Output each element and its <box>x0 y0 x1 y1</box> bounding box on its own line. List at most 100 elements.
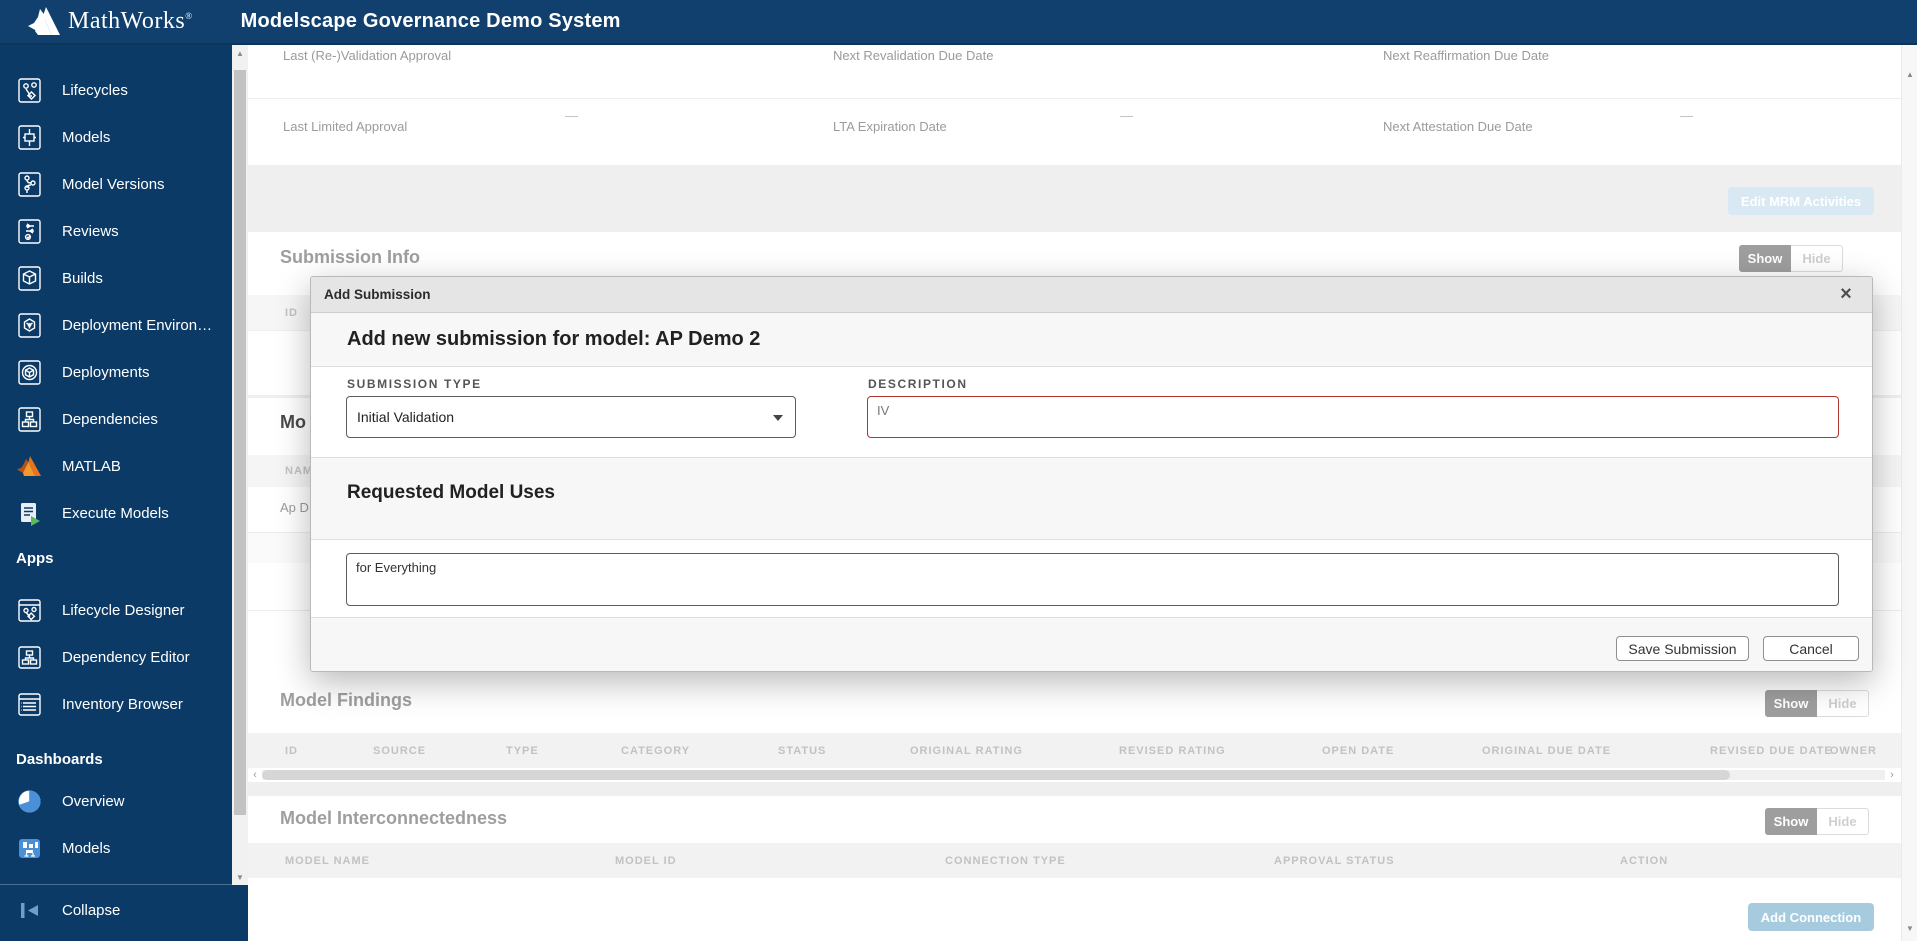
cancel-button[interactable]: Cancel <box>1763 636 1859 661</box>
scroll-left-icon[interactable]: ‹ <box>250 769 260 781</box>
sidebar-item-label: Lifecycle Designer <box>62 602 185 619</box>
save-submission-button[interactable]: Save Submission <box>1616 636 1749 661</box>
column-header: STATUS <box>778 745 827 757</box>
show-button[interactable]: Show <box>1739 245 1791 272</box>
modal-title: Add Submission <box>324 287 431 302</box>
collapse-icon <box>21 903 38 918</box>
sidebar-nav: Lifecycles Models Model Versions Reviews <box>0 45 248 941</box>
lifecycle-designer-icon <box>18 599 41 622</box>
hide-button[interactable]: Hide <box>1817 808 1869 835</box>
field-label: Next Reaffirmation Due Date <box>1383 48 1549 63</box>
models-dashboard-icon <box>19 839 40 858</box>
inventory-browser-icon <box>18 693 41 716</box>
scroll-down-icon[interactable]: ▼ <box>1902 921 1917 935</box>
sidebar-collapse-button[interactable]: Collapse <box>0 887 232 934</box>
sidebar-item-reviews[interactable]: Reviews <box>0 208 232 255</box>
show-button[interactable]: Show <box>1765 690 1817 717</box>
section-title-fragment: Mo <box>280 412 306 432</box>
overview-pie-icon <box>18 790 41 813</box>
reviews-icon <box>18 219 41 244</box>
table-header-row: ID SOURCE TYPE CATEGORY STATUS ORIGINAL … <box>248 733 1901 768</box>
column-header: OWNER <box>1829 745 1877 757</box>
add-connection-button[interactable]: Add Connection <box>1748 903 1874 931</box>
sidebar-item-label: Lifecycles <box>62 82 128 99</box>
findings-horizontal-scrollbar[interactable]: ‹ › <box>252 769 1895 781</box>
column-header: MODEL ID <box>615 855 677 867</box>
hide-button[interactable]: Hide <box>1791 245 1843 272</box>
sidebar-item-models[interactable]: Models <box>0 114 232 161</box>
submission-type-select[interactable]: Initial Validation <box>346 396 796 438</box>
sidebar-item-execute-models[interactable]: Execute Models <box>0 490 232 537</box>
model-findings-card: Model Findings Show Hide ID SOURCE TYPE … <box>248 682 1901 782</box>
sidebar-section-dashboards: Dashboards <box>16 751 103 768</box>
sidebar-scrollbar[interactable]: ▲ ▼ <box>232 45 248 885</box>
table-header-row: MODEL NAME MODEL ID CONNECTION TYPE APPR… <box>248 843 1901 878</box>
page-title: Modelscape Governance Demo System <box>240 10 621 32</box>
matlab-icon <box>17 456 41 476</box>
field-label: Next Revalidation Due Date <box>833 48 994 63</box>
sidebar-item-label: Inventory Browser <box>62 696 183 713</box>
models-icon <box>18 125 41 150</box>
builds-icon <box>18 266 41 291</box>
mathworks-triangle-icon <box>28 6 60 35</box>
sidebar-item-overview-dashboard[interactable]: Overview <box>0 778 232 825</box>
section-title: Model Interconnectedness <box>280 808 508 828</box>
sidebar-item-label: Models <box>62 840 111 857</box>
column-header: SOURCE <box>373 745 427 757</box>
close-icon[interactable]: × <box>1834 282 1858 306</box>
lifecycles-icon <box>18 78 41 103</box>
sidebar-item-label: Dependencies <box>62 411 158 428</box>
sidebar-item-dependencies[interactable]: Dependencies <box>0 396 232 443</box>
sidebar-item-label: Model Versions <box>62 176 165 193</box>
sidebar-item-deployments[interactable]: Deployments <box>0 349 232 396</box>
edit-mrm-activities-button[interactable]: Edit MRM Activities <box>1728 187 1874 215</box>
sidebar-item-builds[interactable]: Builds <box>0 255 232 302</box>
app-window: MathWorks® Modelscape Governance Demo Sy… <box>0 0 1917 941</box>
sidebar-item-label: Reviews <box>62 223 119 240</box>
hide-button[interactable]: Hide <box>1817 690 1869 717</box>
execute-models-icon <box>21 503 40 526</box>
sidebar-item-matlab[interactable]: MATLAB <box>0 443 232 490</box>
scroll-up-icon[interactable]: ▲ <box>232 46 248 60</box>
main-scrollbar[interactable]: ▲ ▼ <box>1901 45 1917 941</box>
column-header: MODEL NAME <box>285 855 370 867</box>
row-divider <box>248 98 1901 99</box>
scroll-down-icon[interactable]: ▼ <box>232 870 248 884</box>
sidebar-item-model-versions[interactable]: Model Versions <box>0 161 232 208</box>
modal-footer: Save Submission Cancel <box>311 618 1872 671</box>
column-header: CATEGORY <box>621 745 691 757</box>
scroll-up-icon[interactable]: ▲ <box>1902 67 1917 81</box>
sidebar-item-inventory-browser[interactable]: Inventory Browser <box>0 681 232 728</box>
model-uses-textarea[interactable]: for Everything <box>346 553 1839 606</box>
sidebar-item-label: Collapse <box>62 902 121 919</box>
sidebar-item-label: Overview <box>62 793 125 810</box>
top-header: MathWorks® Modelscape Governance Demo Sy… <box>0 0 1917 45</box>
scrollbar-thumb[interactable] <box>262 770 1730 780</box>
sidebar-item-lifecycles[interactable]: Lifecycles <box>0 67 232 114</box>
column-header: TYPE <box>506 745 539 757</box>
column-header: OPEN DATE <box>1322 745 1395 757</box>
field-value: — <box>565 108 578 123</box>
scroll-right-icon[interactable]: › <box>1887 769 1897 781</box>
column-header: ACTION <box>1620 855 1669 867</box>
table-cell-fragment: Ap D <box>280 500 309 515</box>
brand-text: MathWorks® <box>68 8 193 34</box>
sidebar-item-dependency-editor[interactable]: Dependency Editor <box>0 634 232 681</box>
field-label: LTA Expiration Date <box>833 119 947 134</box>
model-uses-input-section: for Everything <box>311 540 1872 618</box>
sidebar-item-label: MATLAB <box>62 458 121 475</box>
sidebar-item-deployment-environments[interactable]: Deployment Environm… <box>0 302 232 349</box>
sidebar-item-lifecycle-designer[interactable]: Lifecycle Designer <box>0 587 232 634</box>
column-header: NAM <box>285 465 314 477</box>
sidebar-scrollbar-thumb[interactable] <box>234 70 246 815</box>
sidebar-item-label: Builds <box>62 270 103 287</box>
requested-model-uses-heading: Requested Model Uses <box>347 482 555 503</box>
show-button[interactable]: Show <box>1765 808 1817 835</box>
modal-heading-section: Add new submission for model: AP Demo 2 <box>311 313 1872 367</box>
column-header: REVISED RATING <box>1119 745 1226 757</box>
description-input[interactable]: IV <box>867 396 1839 438</box>
submission-type-label: SUBMISSION TYPE <box>347 377 482 391</box>
sidebar-item-label: Dependency Editor <box>62 649 190 666</box>
deployments-icon <box>18 360 41 385</box>
sidebar-item-models-dashboard[interactable]: Models <box>0 825 232 872</box>
